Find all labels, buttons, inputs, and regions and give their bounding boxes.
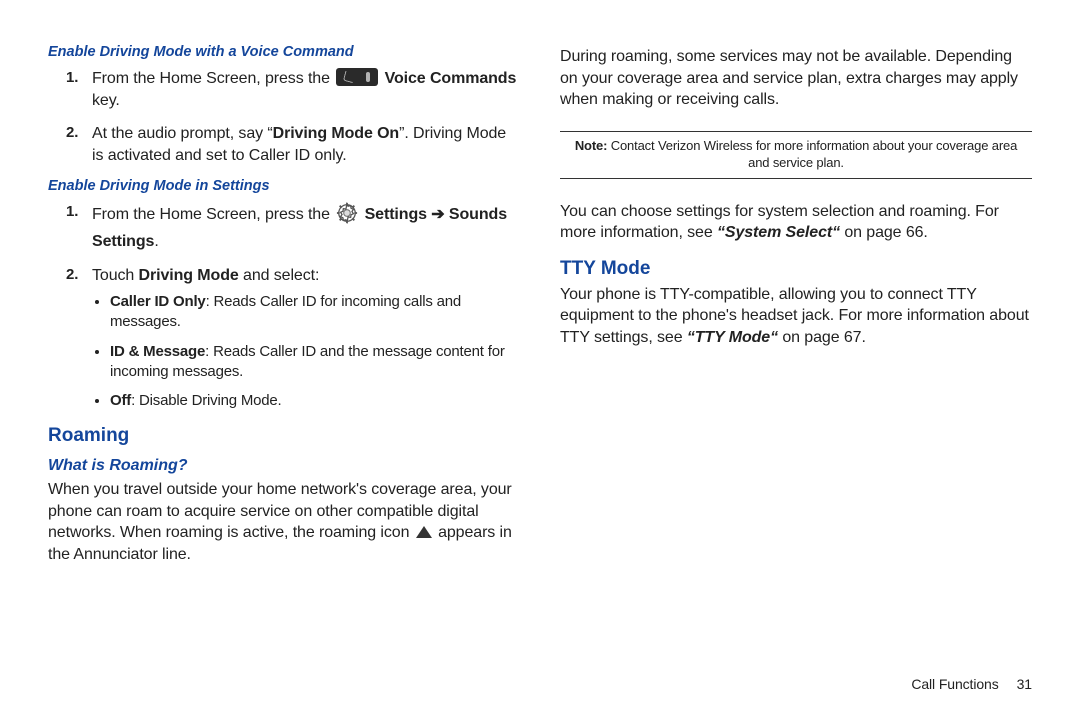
tty-mode-ref: “TTY Mode“: [687, 329, 778, 346]
note-text: Contact Verizon Wireless for more inform…: [607, 138, 1017, 170]
driving-mode-on-label: Driving Mode On: [273, 125, 400, 142]
step-voice-2: At the audio prompt, say “Driving Mode O…: [92, 123, 520, 166]
heading-enable-voice: Enable Driving Mode with a Voice Command: [48, 44, 520, 60]
left-column: Enable Driving Mode with a Voice Command…: [48, 42, 520, 680]
system-select-ref: “System Select“: [717, 224, 840, 241]
driving-mode-options: Caller ID Only: Reads Caller ID for inco…: [92, 292, 520, 411]
heading-roaming: Roaming: [48, 425, 520, 447]
roaming-triangle-icon: [416, 526, 432, 538]
option-label: ID & Message: [110, 343, 205, 360]
settings-gear-icon: [336, 202, 358, 231]
stepB2-pre: Touch: [92, 267, 139, 284]
driving-mode-label: Driving Mode: [139, 267, 239, 284]
heading-tty-mode: TTY Mode: [560, 258, 1032, 280]
settings-label: Settings: [365, 206, 432, 223]
page-footer: Call Functions 31: [911, 676, 1032, 692]
option-off: Off: Disable Driving Mode.: [110, 391, 520, 411]
option-label: Caller ID Only: [110, 293, 206, 310]
note-label: Note:: [575, 138, 607, 153]
step-settings-2: Touch Driving Mode and select: Caller ID…: [92, 265, 520, 412]
step-voice-1: From the Home Screen, press the Voice Co…: [92, 68, 520, 111]
roaming-paragraph: When you travel outside your home networ…: [48, 479, 520, 565]
syssel-post: on page 66.: [840, 224, 928, 241]
system-select-paragraph: You can choose settings for system selec…: [560, 201, 1032, 244]
option-label: Off: [110, 392, 131, 409]
note-box: Note: Contact Verizon Wireless for more …: [560, 131, 1032, 179]
stepB1-pre: From the Home Screen, press the: [92, 206, 334, 223]
tty-post: on page 67.: [778, 329, 866, 346]
step-settings-1: From the Home Screen, press the Settings…: [92, 202, 520, 252]
heading-what-is-roaming: What is Roaming?: [48, 457, 520, 475]
footer-section: Call Functions: [911, 676, 998, 692]
option-caller-id-only: Caller ID Only: Reads Caller ID for inco…: [110, 292, 520, 332]
steps-voice: From the Home Screen, press the Voice Co…: [48, 68, 520, 166]
stepB2-post: and select:: [239, 267, 320, 284]
footer-page-number: 31: [1017, 676, 1032, 692]
page-root: Enable Driving Mode with a Voice Command…: [0, 0, 1080, 720]
stepB1-period: .: [154, 233, 158, 250]
step2-pre: At the audio prompt, say “: [92, 125, 273, 142]
steps-settings: From the Home Screen, press the Settings…: [48, 202, 520, 411]
step-text-tail: key.: [92, 92, 120, 109]
step-text: From the Home Screen, press the: [92, 70, 334, 87]
heading-enable-settings: Enable Driving Mode in Settings: [48, 178, 520, 194]
voice-commands-label: Voice Commands: [385, 70, 517, 87]
option-id-message: ID & Message: Reads Caller ID and the me…: [110, 342, 520, 382]
tty-paragraph: Your phone is TTY-compatible, allowing y…: [560, 284, 1032, 349]
nav-arrow-icon: ➔: [431, 206, 449, 223]
voice-commands-key-icon: [336, 68, 378, 86]
option-text: : Disable Driving Mode.: [131, 392, 281, 409]
right-column: During roaming, some services may not be…: [560, 42, 1032, 680]
roaming-continued-paragraph: During roaming, some services may not be…: [560, 46, 1032, 111]
